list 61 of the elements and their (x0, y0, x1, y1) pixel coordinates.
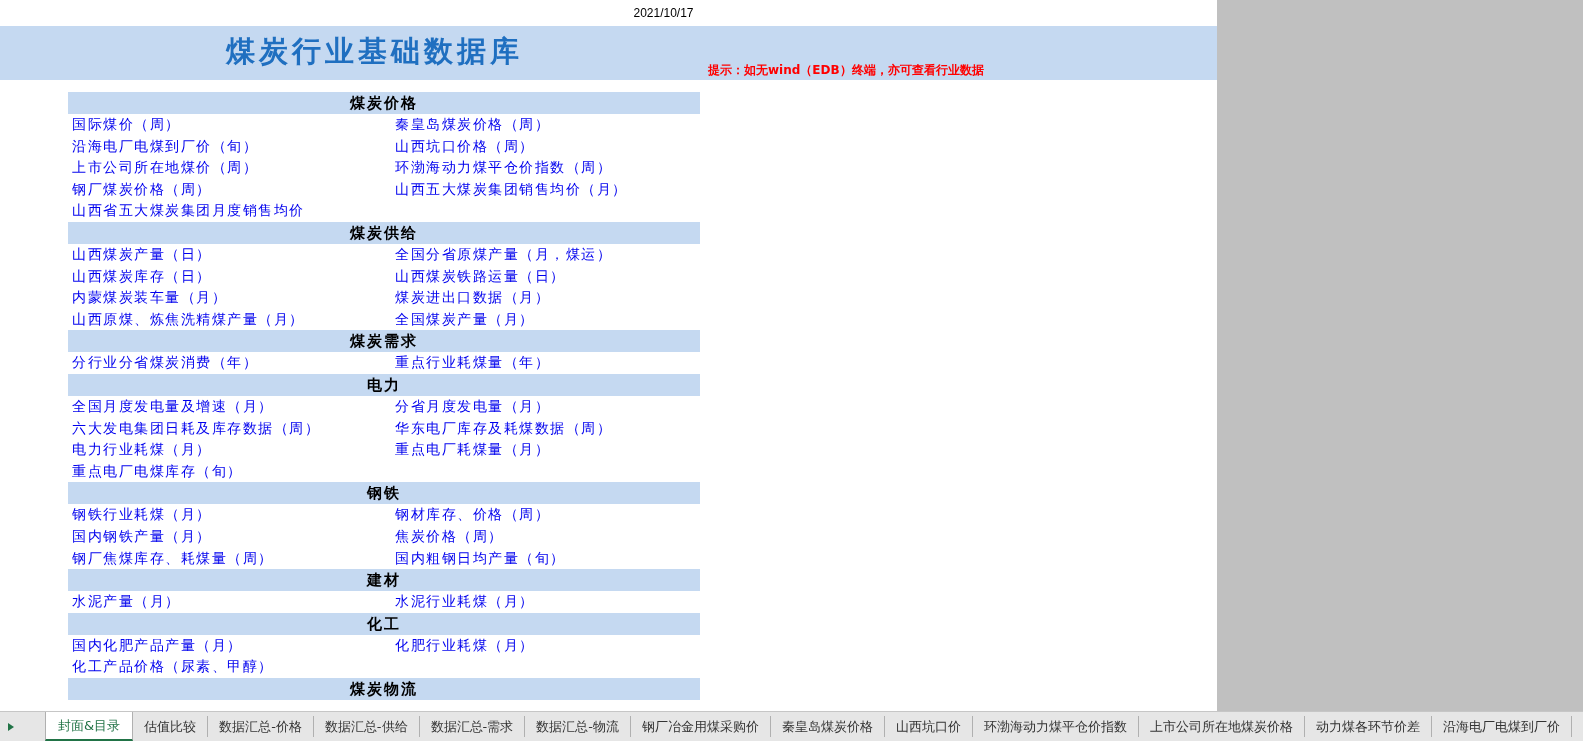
sheet-link[interactable]: 重点电厂电煤库存（旬） (68, 460, 391, 483)
sheet-link[interactable]: 重点电厂耗煤量（月） (391, 439, 700, 461)
section-header: 钢铁 (68, 482, 700, 505)
section-header: 煤炭供给 (68, 221, 700, 244)
sheet-link[interactable]: 内蒙煤炭装车量（月） (68, 287, 391, 309)
sheet-link[interactable]: 水泥行业耗煤（月） (391, 591, 700, 613)
sheet-link[interactable]: 秦皇岛煤炭价格（周） (391, 114, 700, 136)
sheet-link[interactable]: 钢铁行业耗煤（月） (68, 504, 391, 526)
sheet-link[interactable]: 煤炭进出口数据（月） (391, 287, 700, 309)
sheet-link[interactable]: 山西省五大煤炭集团月度销售均价 (68, 200, 391, 222)
hint-text: 提示：如无wind（EDB）终端，亦可查看行业数据 (708, 62, 984, 79)
sheet-link[interactable]: 六大发电集团日耗及库存数据（周） (68, 417, 391, 440)
sheet-link[interactable]: 沿海电厂电煤到厂价（旬） (68, 135, 391, 158)
sheet-link[interactable]: 上市公司所在地煤价（周） (68, 157, 391, 179)
sheet-link[interactable]: 水泥产量（月） (68, 591, 391, 613)
sheet-tab[interactable]: 估值比较 (133, 716, 209, 737)
sheet-link[interactable]: 电力行业耗煤（月） (68, 439, 391, 461)
sheet-link[interactable]: 钢材库存、价格（周） (391, 504, 700, 526)
sheet-tab[interactable]: 钢厂冶金用煤采购价 (630, 716, 771, 737)
sheet-link[interactable]: 分省月度发电量（月） (391, 395, 700, 418)
sheet-link[interactable]: 化肥行业耗煤（月） (391, 634, 700, 657)
section-header: 煤炭需求 (68, 330, 700, 353)
section-header: 电力 (68, 373, 700, 396)
sheet-link[interactable]: 山西五大煤炭集团销售均价（月） (391, 178, 700, 201)
sheet-link[interactable]: 国内化肥产品产量（月） (68, 634, 391, 657)
sheet-link[interactable]: 重点行业耗煤量（年） (391, 352, 700, 374)
sheet-link[interactable]: 山西煤炭产量（日） (68, 243, 391, 266)
sheet-link[interactable]: 全国月度发电量及增速（月） (68, 395, 391, 418)
sheet-tab[interactable]: 数据汇总-需求 (419, 716, 526, 737)
sheet-link[interactable]: 华东电厂库存及耗煤数据（周） (391, 417, 700, 440)
section-header: 煤炭价格 (68, 92, 700, 114)
sheet-link[interactable]: 钢厂焦煤库存、耗煤量（周） (68, 547, 391, 570)
sheet-tab[interactable]: 环渤海动力煤平仓价指数 (972, 716, 1139, 737)
sheet-link[interactable]: 国内钢铁产量（月） (68, 525, 391, 548)
sheet-tab[interactable]: 上市公司所在地煤炭价格 (1138, 716, 1305, 737)
sheet-tab[interactable]: 数据汇总-物流 (525, 716, 631, 737)
sheet-link[interactable]: 化工产品价格（尿素、甲醇） (68, 656, 391, 678)
sheet-tab[interactable]: 秦皇岛煤炭价格 (770, 716, 885, 737)
sheet-tab[interactable]: 山西坑口价 (884, 716, 973, 737)
section-header: 建材 (68, 569, 700, 592)
sheet-link[interactable]: 国际煤价（周） (68, 114, 391, 136)
sheet-link[interactable]: 分行业分省煤炭消费（年） (68, 352, 391, 374)
sheet-link[interactable]: 全国煤炭产量（月） (391, 308, 700, 331)
sheet-link[interactable]: 山西坑口价格（周） (391, 135, 700, 158)
sheet-link[interactable]: 山西煤炭铁路运量（日） (391, 265, 700, 288)
sheet-link[interactable]: 焦炭价格（周） (391, 525, 700, 548)
sheet-link[interactable]: 钢厂煤炭价格（周） (68, 178, 391, 201)
section-header: 煤炭物流 (68, 677, 700, 700)
sheet-tab[interactable]: 数据汇总-供给 (313, 716, 420, 737)
sheet-tab[interactable]: 封面&目录 (45, 712, 134, 741)
sheet-link[interactable]: 环渤海动力煤平仓价指数（周） (391, 157, 700, 179)
sheet-tab[interactable]: 沿海电厂电煤到厂价 (1431, 716, 1572, 737)
sheet-tab[interactable]: 数据汇总-价格 (208, 716, 314, 737)
sheet-link[interactable]: 国内粗钢日均产量（旬） (391, 547, 700, 570)
date-text: 2021/10/17 (633, 6, 694, 20)
sheet-title: 煤炭行业基础数据库 (226, 33, 523, 70)
sheet-link[interactable]: 全国分省原煤产量（月，煤运） (391, 243, 700, 266)
sheet-tab[interactable]: 动力煤各环节价差 (1304, 716, 1432, 737)
section-header: 化工 (68, 612, 700, 635)
sheet-link[interactable]: 山西原煤、炼焦洗精煤产量（月） (68, 308, 391, 331)
sheet-link[interactable]: 山西煤炭库存（日） (68, 265, 391, 288)
